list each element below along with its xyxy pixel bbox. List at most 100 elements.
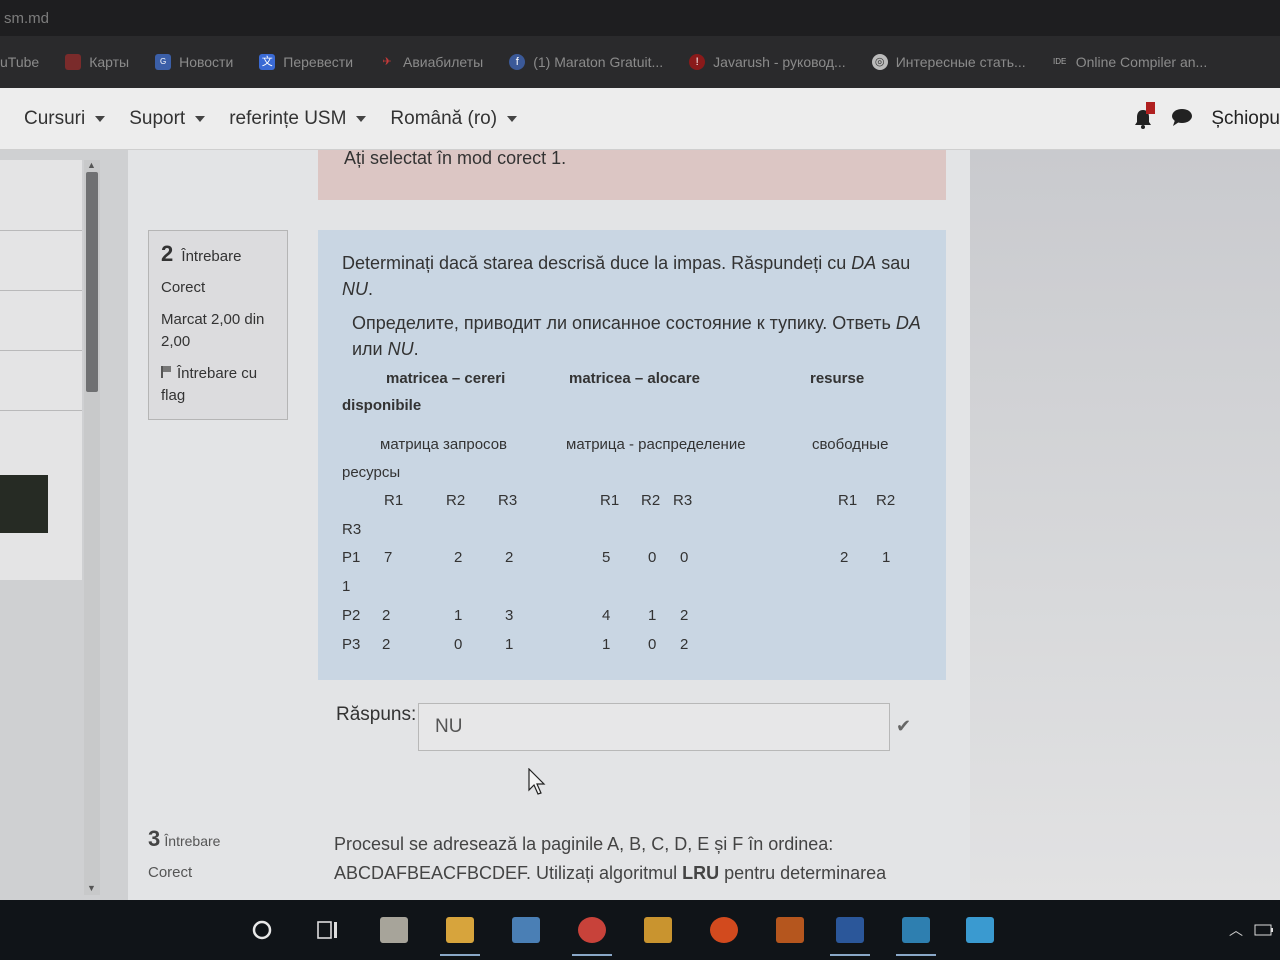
bookmark-articles[interactable]: ◎ Интересные стать... — [871, 54, 1026, 70]
answer-input[interactable] — [418, 703, 890, 751]
bookmarks-bar: uTube Карты G Новости 文 Перевести ✈ Авиа… — [0, 36, 1280, 88]
javarush-icon: ! — [689, 54, 706, 70]
store-app-icon[interactable] — [506, 910, 546, 950]
question-3-info: 3 Întrebare Corect — [148, 826, 288, 881]
bookmark-javarush[interactable]: ! Javarush - руковод... — [689, 54, 846, 70]
text-fragment: . — [368, 279, 374, 299]
text-fragment: или — [352, 339, 388, 359]
photos-app-icon[interactable] — [960, 910, 1000, 950]
notepad-app-icon[interactable] — [374, 910, 414, 950]
nav-user-area: Șchiopu — [1133, 88, 1280, 150]
cell-value: 1 — [505, 636, 514, 653]
text-emphasis: LRU — [682, 863, 720, 883]
bookmark-facebook[interactable]: f (1) Maraton Gratuit... — [509, 54, 663, 70]
cortana-button[interactable] — [242, 910, 282, 950]
bookmark-translate[interactable]: 文 Перевести — [259, 54, 353, 70]
drawer-scrollbar[interactable]: ▲ ▼ — [84, 160, 100, 895]
scroll-down-icon[interactable]: ▼ — [87, 883, 96, 893]
q3-line: ABCDAFBEACFBCDEF. Utilizați algoritmul L… — [334, 859, 934, 888]
chrome-app-icon[interactable] — [572, 910, 612, 956]
nav-cursuri-dropdown[interactable]: Cursuri — [24, 107, 106, 130]
cell-value: 1 — [454, 607, 463, 624]
cell-value: 2 — [382, 607, 391, 624]
nav-language-dropdown[interactable]: Română ‎(ro)‎ — [390, 108, 518, 130]
word-app-icon[interactable] — [830, 910, 870, 956]
active-indicator — [440, 954, 480, 956]
task-view-button[interactable] — [308, 910, 348, 950]
text-emphasis: DA — [851, 253, 877, 273]
text-fragment: ABCDAFBEACFBCDEF. Utilizați algoritmul — [334, 863, 683, 883]
camera-app-icon[interactable] — [896, 910, 936, 956]
scrollbar-thumb[interactable] — [86, 172, 98, 392]
row-label: P1 — [342, 549, 361, 566]
cell-value: 2 — [505, 549, 514, 566]
text-fragment: Определите, приводит ли описанное состоя… — [352, 313, 896, 333]
divider — [0, 350, 82, 351]
browser-title-strip: sm.md — [0, 0, 1280, 36]
user-name[interactable]: Șchiopu — [1211, 108, 1280, 130]
cell-value: 2 — [680, 607, 689, 624]
battery-icon[interactable] — [1244, 910, 1280, 950]
mouse-cursor-icon — [528, 767, 546, 801]
previous-question-feedback: Ați selectat în mod corect 1. — [318, 148, 946, 200]
nav-referinte-dropdown[interactable]: referințe USM — [229, 107, 367, 130]
cell-value: 2 — [382, 636, 391, 653]
col-label: R1 — [384, 492, 404, 509]
archive-app-icon[interactable] — [638, 910, 678, 950]
bookmark-label: Авиабилеты — [403, 54, 484, 70]
active-indicator — [896, 954, 936, 956]
bookmark-label: Карты — [89, 54, 130, 70]
row-label: P3 — [342, 636, 361, 653]
java-app-icon[interactable] — [770, 910, 810, 950]
header-resources: resurse — [810, 370, 865, 387]
nav-label: Suport — [129, 107, 186, 129]
bookmark-flights[interactable]: ✈ Авиабилеты — [379, 54, 483, 70]
chat-icon[interactable] — [1171, 107, 1193, 132]
site-navbar: Cursuri Suport referințe USM Română ‎(ro… — [0, 88, 1280, 150]
text-emphasis: NU — [387, 339, 414, 359]
bookmark-label: Перевести — [283, 54, 354, 70]
divider — [0, 410, 82, 411]
bookmark-label: (1) Maraton Gratuit... — [533, 54, 664, 70]
bookmark-maps[interactable]: Карты — [65, 54, 129, 70]
header-free-ru: свободные — [812, 436, 889, 453]
ubuntu-app-icon[interactable] — [704, 910, 744, 950]
question-3-text: Procesul se adresează la paginile A, B, … — [334, 830, 934, 888]
nav-label: Cursuri — [24, 107, 86, 129]
question-status: Corect — [148, 864, 193, 881]
bookmark-compiler[interactable]: IDE Online Compiler an... — [1052, 54, 1207, 70]
cell-value: 0 — [454, 636, 463, 653]
drawer-active-block[interactable] — [0, 475, 48, 533]
question-number: 3 — [148, 826, 161, 851]
header-requests-ru: матрица запросов — [380, 436, 508, 453]
col-label: R3 — [342, 521, 362, 538]
nav-label: referințe USM — [229, 107, 347, 129]
cell-value: 1 — [602, 636, 611, 653]
question-mark: Marcat 2,00 din 2,00 — [161, 311, 265, 350]
cell-value: 2 — [840, 549, 849, 566]
file-explorer-icon[interactable] — [440, 910, 480, 956]
question-word: Întrebare — [164, 833, 221, 849]
cell-value: 4 — [602, 607, 611, 624]
quiz-review-content: Ați selectat în mod corect 1. 2 Întrebar… — [128, 148, 970, 900]
bookmark-youtube[interactable]: uTube — [0, 54, 39, 70]
bookmark-news[interactable]: G Новости — [155, 54, 233, 70]
cell-value: 3 — [505, 607, 514, 624]
cell-value: 0 — [648, 636, 657, 653]
globe-icon: ◎ — [871, 54, 888, 70]
cell-value: 0 — [648, 549, 657, 566]
flag-label: Întrebare cu flag — [161, 365, 258, 404]
question-word: Întrebare — [181, 248, 242, 265]
text-fragment: sau — [876, 253, 911, 273]
divider — [0, 230, 82, 231]
flag-question-link[interactable]: Întrebare cu flag — [161, 363, 275, 407]
nav-suport-dropdown[interactable]: Suport — [129, 107, 206, 130]
notification-badge — [1146, 102, 1156, 114]
text-emphasis: DA — [895, 313, 921, 333]
bookmark-label: uTube — [0, 54, 40, 70]
scroll-up-icon[interactable]: ▲ — [87, 160, 96, 170]
news-icon: G — [155, 54, 172, 70]
bell-icon[interactable] — [1133, 102, 1156, 130]
col-label: R3 — [498, 492, 518, 509]
bookmark-label: Интересные стать... — [895, 54, 1026, 70]
